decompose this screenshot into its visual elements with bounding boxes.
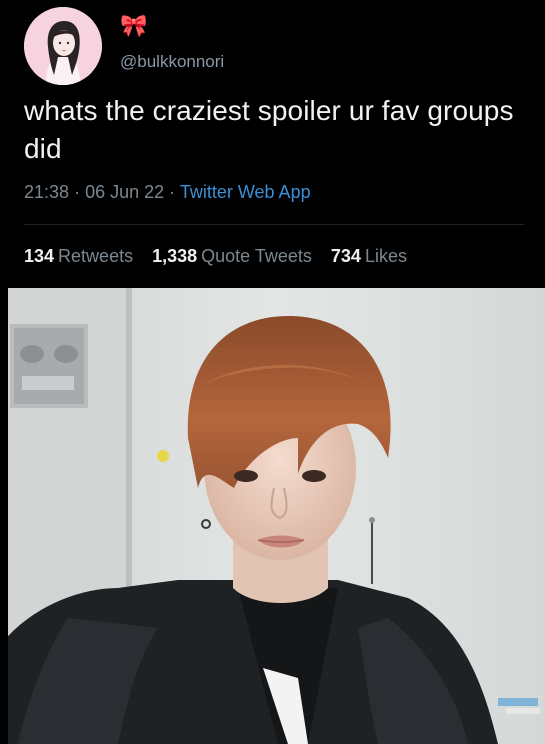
tweet-text: whats the craziest spoiler ur fav groups… bbox=[24, 95, 514, 164]
quote-tweets-count: 1,338 bbox=[152, 246, 198, 266]
tweet-meta: 21:38 · 06 Jun 22 · Twitter Web App bbox=[24, 180, 311, 204]
avatar[interactable] bbox=[24, 7, 102, 85]
avatar-illustration bbox=[24, 7, 102, 85]
likes-count: 734 bbox=[330, 246, 361, 266]
wall-poster bbox=[10, 324, 88, 408]
tweet-stats: 134 Retweets 1,338 Quote Tweets 734 Likes bbox=[24, 244, 421, 268]
likes-stat[interactable]: 734 Likes bbox=[331, 246, 407, 266]
retweets-count: 134 bbox=[24, 246, 55, 266]
video-frame[interactable] bbox=[8, 288, 545, 744]
meta-separator: · bbox=[74, 182, 81, 202]
tweet-source-link[interactable]: Twitter Web App bbox=[180, 182, 311, 202]
retweets-stat[interactable]: 134 Retweets bbox=[24, 246, 138, 266]
user-handle[interactable]: @bulkkonnori bbox=[120, 52, 224, 72]
quote-tweets-label: Quote Tweets bbox=[201, 246, 312, 266]
divider bbox=[24, 224, 524, 225]
video-frame-illustration bbox=[8, 288, 545, 744]
tweet-card: 🎀 @bulkkonnori whats the craziest spoile… bbox=[0, 0, 545, 288]
meta-separator: · bbox=[169, 182, 176, 202]
retweets-label: Retweets bbox=[58, 246, 134, 266]
quote-tweets-stat[interactable]: 1,338 Quote Tweets bbox=[152, 246, 317, 266]
tweet-date[interactable]: 06 Jun 22 bbox=[85, 182, 164, 202]
display-name-emoji[interactable]: 🎀 bbox=[120, 14, 147, 38]
tweet-time[interactable]: 21:38 bbox=[24, 182, 69, 202]
likes-label: Likes bbox=[364, 246, 407, 266]
